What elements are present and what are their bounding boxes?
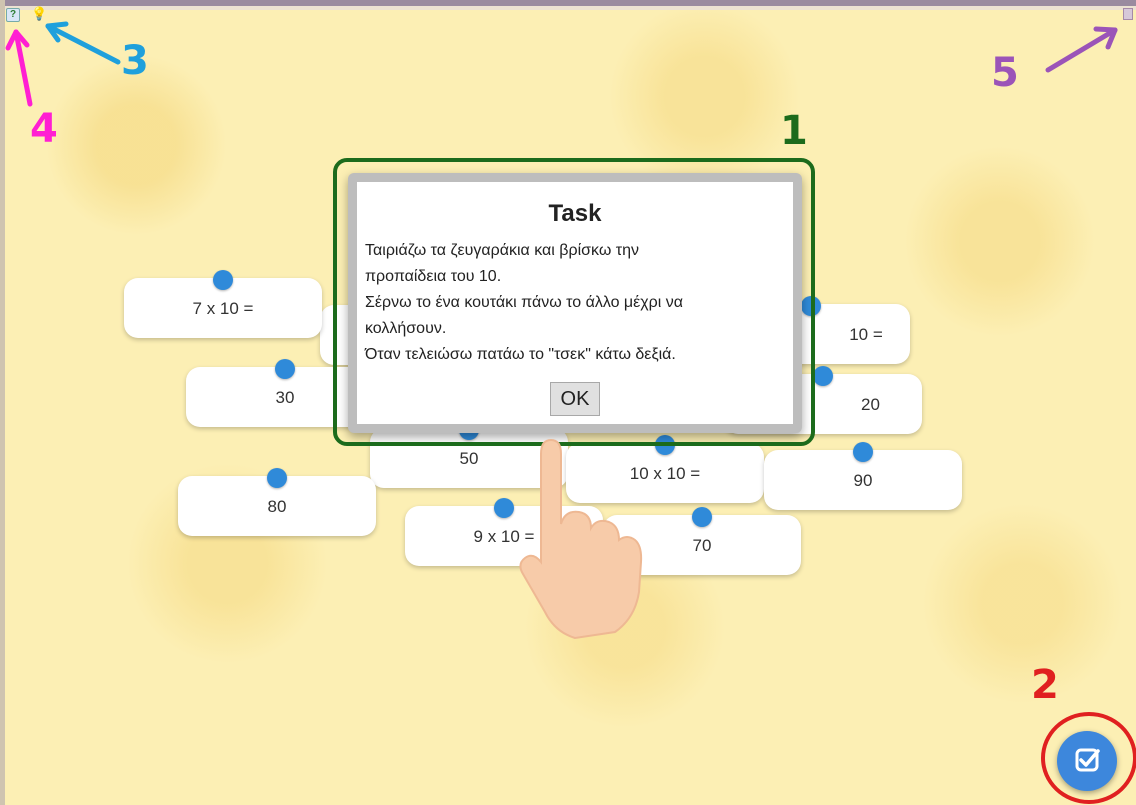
connector-dot[interactable] (692, 507, 712, 527)
connector-dot[interactable] (494, 498, 514, 518)
connector-dot[interactable] (213, 270, 233, 290)
connector-dot[interactable] (813, 366, 833, 386)
annotation-label-2: 2 (1031, 662, 1059, 708)
card-label: 10 = (849, 325, 883, 344)
connector-dot[interactable] (267, 468, 287, 488)
arrow-5 (1045, 26, 1118, 73)
annotation-box-1 (333, 158, 815, 446)
annotation-arrows (5, 21, 1118, 107)
card-label: 20 (861, 395, 880, 414)
card-label: 90 (853, 471, 873, 490)
card-80[interactable]: 80 (178, 468, 376, 536)
connector-dot[interactable] (275, 359, 295, 379)
arrow-3 (45, 21, 121, 65)
card-7x10[interactable]: 7 x 10 = (124, 270, 322, 338)
game-board: ? 💡 10 = 20 7 x 10 = 30 50 10 x 10 = 90 … (0, 0, 1136, 805)
card-label: 80 (267, 497, 287, 516)
card-90[interactable]: 90 (764, 442, 962, 510)
card-label: 7 x 10 = (192, 299, 254, 318)
arrow-4 (5, 29, 33, 107)
annotation-circle-2 (1041, 712, 1136, 804)
drag-hand-icon (519, 438, 643, 640)
connector-dot[interactable] (853, 442, 873, 462)
